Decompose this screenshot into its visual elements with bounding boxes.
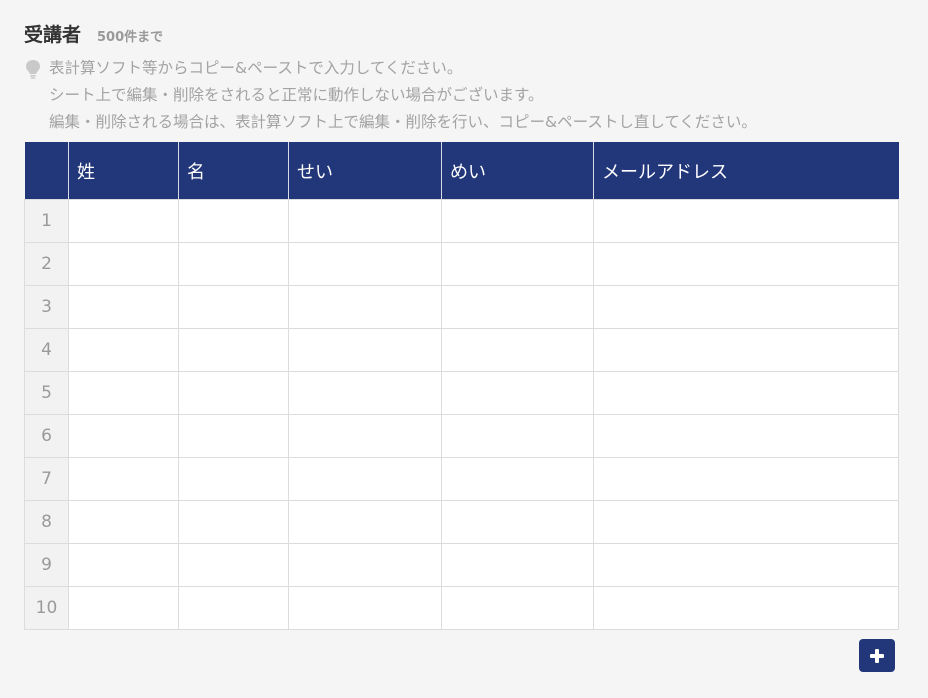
cell-first-name[interactable] [178,285,289,329]
cell-first-name-kana[interactable] [441,371,594,415]
column-header-first-name: 名 [178,142,289,200]
cell-last-name-kana[interactable] [288,586,442,630]
row-number: 8 [24,500,69,544]
cell-first-name[interactable] [178,500,289,544]
cell-first-name-kana[interactable] [441,500,594,544]
cell-email[interactable] [593,328,899,372]
cell-first-name-kana[interactable] [441,414,594,458]
table-row: 3 [24,285,899,329]
cell-last-name[interactable] [68,586,179,630]
plus-icon [870,648,884,663]
cell-email[interactable] [593,371,899,415]
table-row: 10 [24,586,899,630]
table-row: 7 [24,457,899,501]
table-row: 9 [24,543,899,587]
cell-email[interactable] [593,199,899,243]
cell-email[interactable] [593,586,899,630]
cell-last-name[interactable] [68,371,179,415]
cell-last-name[interactable] [68,285,179,329]
cell-email[interactable] [593,500,899,544]
instruction-note: 表計算ソフト等からコピー&ペーストで入力してください。 シート上で編集・削除をさ… [24,55,757,136]
row-limit-label: 500件まで [97,30,164,45]
note-line-1: 表計算ソフト等からコピー&ペーストで入力してください。 [49,59,463,77]
cell-first-name[interactable] [178,586,289,630]
table-row: 6 [24,414,899,458]
table-row: 2 [24,242,899,286]
note-line-3: 編集・削除される場合は、表計算ソフト上で編集・削除を行い、コピー&ペーストし直し… [49,113,757,131]
cell-last-name[interactable] [68,500,179,544]
row-number: 2 [24,242,69,286]
cell-email[interactable] [593,457,899,501]
cell-last-name[interactable] [68,543,179,587]
section-title: 受講者 [24,24,82,46]
cell-first-name-kana[interactable] [441,199,594,243]
attendee-table: 姓 名 せい めい メールアドレス 1 2 3 4 5 6 7 8 9 10 [24,142,899,630]
cell-first-name[interactable] [178,242,289,286]
cell-last-name[interactable] [68,457,179,501]
cell-last-name-kana[interactable] [288,285,442,329]
row-number: 6 [24,414,69,458]
cell-last-name-kana[interactable] [288,199,442,243]
cell-last-name-kana[interactable] [288,414,442,458]
note-line-2: シート上で編集・削除をされると正常に動作しない場合がございます。 [49,86,544,104]
column-header-first-name-kana: めい [441,142,594,200]
cell-first-name[interactable] [178,199,289,243]
table-row: 4 [24,328,899,372]
column-header-last-name: 姓 [68,142,179,200]
row-number: 3 [24,285,69,329]
cell-first-name-kana[interactable] [441,543,594,587]
column-header-last-name-kana: せい [288,142,442,200]
cell-email[interactable] [593,285,899,329]
cell-first-name[interactable] [178,328,289,372]
cell-last-name-kana[interactable] [288,328,442,372]
add-row-button[interactable] [859,639,895,672]
cell-last-name-kana[interactable] [288,371,442,415]
cell-first-name-kana[interactable] [441,586,594,630]
cell-first-name[interactable] [178,414,289,458]
cell-first-name-kana[interactable] [441,457,594,501]
cell-first-name-kana[interactable] [441,328,594,372]
cell-last-name-kana[interactable] [288,242,442,286]
cell-first-name[interactable] [178,457,289,501]
row-number: 7 [24,457,69,501]
table-row: 8 [24,500,899,544]
cell-last-name-kana[interactable] [288,500,442,544]
section-header: 受講者 500件まで [24,20,163,47]
cell-email[interactable] [593,242,899,286]
cell-first-name-kana[interactable] [441,285,594,329]
row-number: 10 [24,586,69,630]
cell-last-name[interactable] [68,199,179,243]
row-number: 1 [24,199,69,243]
cell-last-name-kana[interactable] [288,543,442,587]
lightbulb-icon [24,59,42,79]
cell-email[interactable] [593,543,899,587]
row-number: 5 [24,371,69,415]
table-header-row: 姓 名 せい めい メールアドレス [24,142,899,200]
cell-last-name[interactable] [68,414,179,458]
row-number: 4 [24,328,69,372]
cell-email[interactable] [593,414,899,458]
column-header-rownum [24,142,69,200]
cell-first-name[interactable] [178,371,289,415]
cell-last-name-kana[interactable] [288,457,442,501]
cell-last-name[interactable] [68,328,179,372]
table-row: 1 [24,199,899,243]
cell-last-name[interactable] [68,242,179,286]
column-header-email: メールアドレス [593,142,899,200]
row-number: 9 [24,543,69,587]
table-row: 5 [24,371,899,415]
cell-first-name-kana[interactable] [441,242,594,286]
cell-first-name[interactable] [178,543,289,587]
